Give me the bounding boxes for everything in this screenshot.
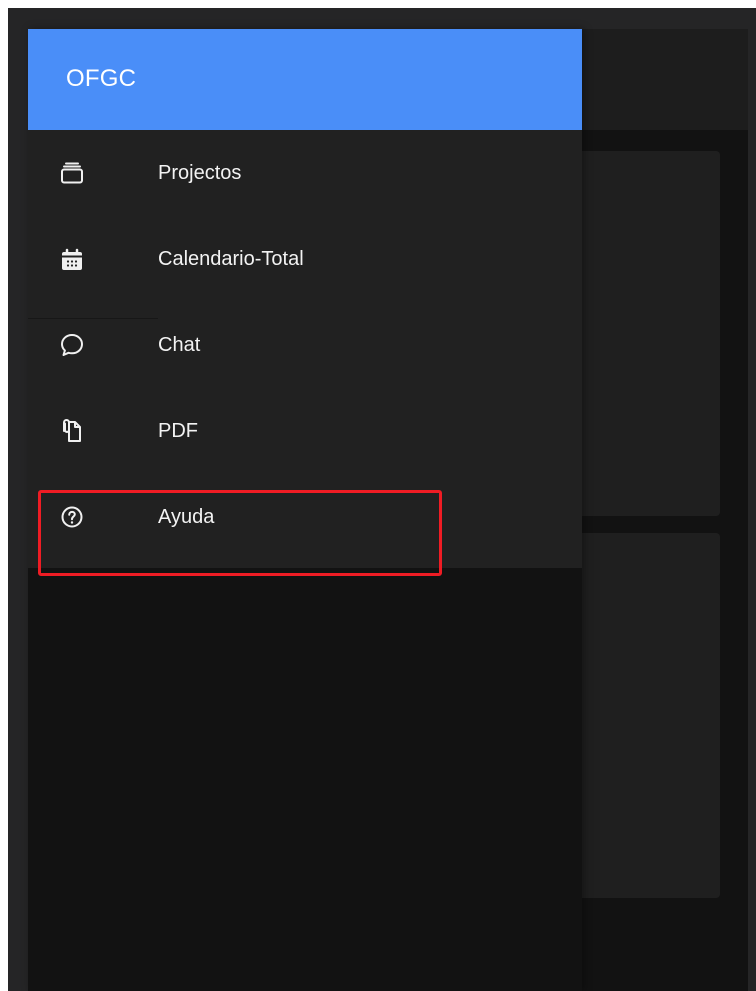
- menu-item-chat[interactable]: Chat: [28, 302, 582, 388]
- calendar-icon: [62, 248, 82, 270]
- menu-item-pdf[interactable]: PDF: [28, 388, 582, 474]
- layers-icon: [61, 162, 83, 184]
- drawer-header: OFGC: [28, 29, 582, 130]
- menu-item-label: Chat: [158, 334, 201, 356]
- menu-item-ayuda[interactable]: Ayuda: [28, 474, 582, 560]
- menu-item-label: PDF: [158, 420, 198, 442]
- menu-item-label: Ayuda: [158, 506, 215, 528]
- drawer-menu: Projectos Calendario-Total Chat PDF Ayud…: [28, 130, 582, 568]
- navigation-drawer: OFGC Projectos Calendario-Total Chat PDF…: [28, 29, 582, 991]
- drawer-title: OFGC: [66, 65, 137, 92]
- app-screen: OFGC Projectos Calendario-Total Chat PDF…: [8, 8, 756, 991]
- attachment-file-icon: [63, 418, 81, 442]
- menu-item-label: Projectos: [158, 162, 242, 184]
- help-circle-icon: [61, 506, 83, 528]
- menu-item-calendario-total[interactable]: Calendario-Total: [28, 216, 582, 302]
- chat-bubble-icon: [61, 334, 83, 356]
- menu-item-projectos[interactable]: Projectos: [28, 130, 582, 216]
- menu-item-label: Calendario-Total: [158, 248, 304, 270]
